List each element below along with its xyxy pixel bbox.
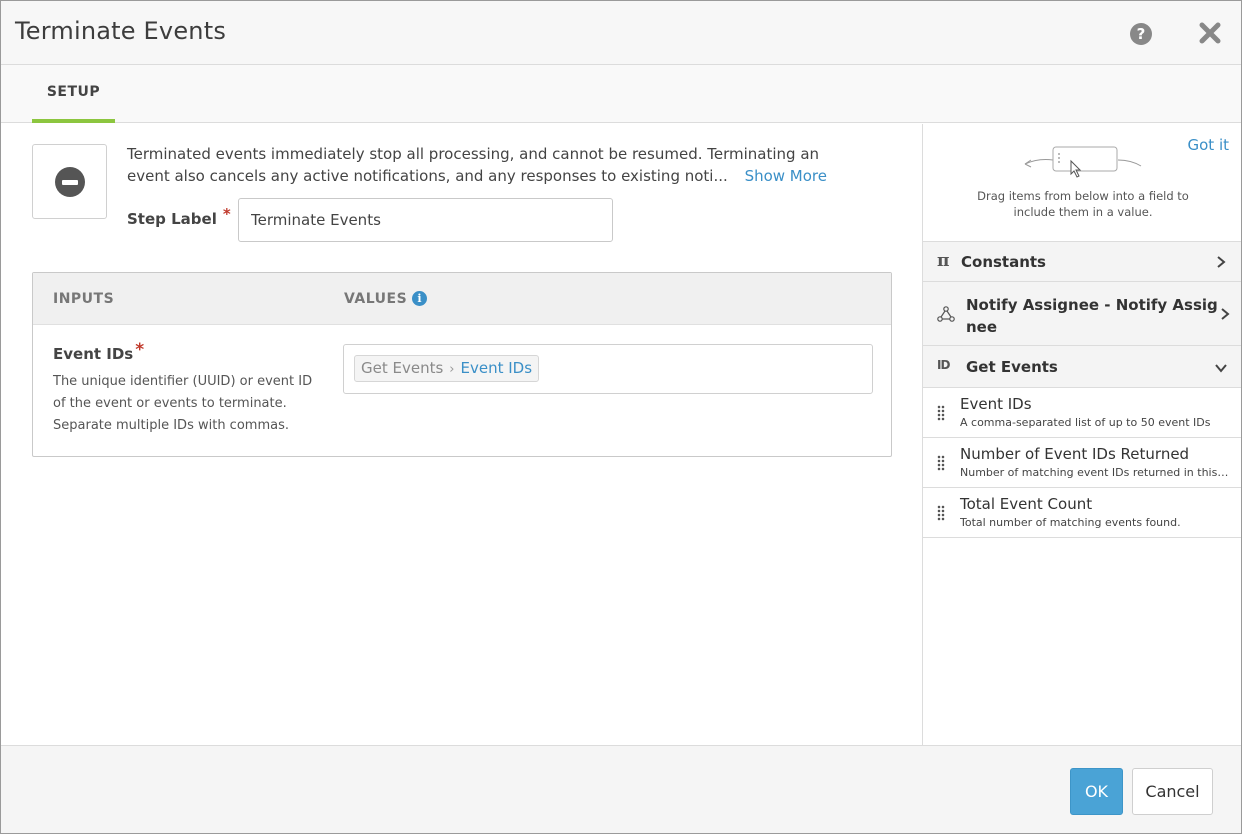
step-icon-box (32, 144, 107, 219)
chevron-right-icon: › (449, 362, 455, 377)
values-header-text: VALUES (344, 291, 408, 307)
inputs-table-header: INPUTS VALUES i (33, 273, 891, 325)
drag-handle-icon[interactable] (937, 455, 945, 471)
chip-source: Get Events (361, 359, 444, 377)
group-label: Constants (961, 253, 1046, 271)
pi-icon: π (937, 251, 950, 271)
group-label-line-2: nee (966, 318, 998, 336)
description-line-2: event also cancels any active notificati… (127, 167, 728, 185)
help-line-3: Separate multiple IDs with commas. (53, 418, 289, 433)
values-column-header: VALUES i (344, 291, 428, 307)
side-panel: Got it Drag items from below into a fiel… (922, 124, 1241, 745)
item-title: Event IDs (960, 395, 1032, 413)
stop-icon (55, 167, 85, 197)
flow-nodes-icon (937, 306, 955, 322)
help-line-1: The unique identifier (UUID) or event ID (53, 374, 313, 389)
drag-illustration-icon (1024, 146, 1142, 178)
chevron-right-icon (1221, 308, 1230, 320)
drag-handle-icon[interactable] (937, 505, 945, 521)
hint-line-1: Drag items from below into a field to (977, 189, 1189, 203)
chevron-down-icon (1215, 364, 1227, 373)
step-label-caption: Step Label * (127, 205, 231, 228)
required-marker: * (222, 205, 231, 223)
close-icon[interactable] (1197, 20, 1223, 46)
terminate-events-dialog: Terminate Events ? SETUP Terminated even… (0, 0, 1242, 834)
item-subtitle: Total number of matching events found. (960, 516, 1181, 529)
step-label-input[interactable] (238, 198, 613, 242)
input-field-name-text: Event IDs (53, 345, 134, 363)
list-item[interactable]: Event IDs A comma-separated list of up t… (923, 388, 1241, 438)
tab-bar: SETUP (1, 65, 1241, 123)
drag-hint-text: Drag items from below into a field to in… (953, 188, 1213, 220)
info-icon[interactable]: i (412, 291, 428, 306)
setup-pane: Terminated events immediately stop all p… (1, 124, 922, 745)
group-label: Get Events (966, 358, 1058, 376)
chip-field: Event IDs (460, 359, 533, 377)
event-ids-value-field[interactable]: Get Events › Event IDs (343, 344, 873, 394)
drag-handle-icon[interactable] (937, 405, 945, 421)
group-label-line-1: Notify Assignee - Notify Assig (966, 296, 1218, 314)
inputs-column-header: INPUTS (53, 291, 115, 307)
id-search-icon: ID (937, 358, 950, 372)
item-subtitle: A comma-separated list of up to 50 event… (960, 416, 1211, 429)
got-it-link[interactable]: Got it (1188, 136, 1230, 154)
item-title: Number of Event IDs Returned (960, 445, 1190, 463)
group-get-events[interactable]: ID Get Events (923, 346, 1241, 388)
inputs-table: INPUTS VALUES i Event IDs * The unique ide… (32, 272, 892, 457)
step-label-text: Step Label (127, 210, 217, 228)
description-line-1: Terminated events immediately stop all p… (127, 145, 820, 163)
list-item[interactable]: Total Event Count Total number of matchi… (923, 488, 1241, 538)
dialog-title: Terminate Events (15, 17, 227, 45)
drag-hint-area: Got it Drag items from below into a fiel… (923, 124, 1241, 242)
input-field-name: Event IDs * (53, 340, 144, 364)
item-subtitle: Number of matching event IDs returned in… (960, 466, 1230, 479)
step-description: Terminated events immediately stop all p… (127, 143, 867, 187)
ok-button[interactable]: OK (1070, 768, 1123, 815)
help-line-2: of the event or events to terminate. (53, 396, 287, 411)
required-marker: * (135, 340, 145, 360)
item-title: Total Event Count (960, 495, 1093, 513)
chevron-right-icon (1217, 256, 1226, 268)
help-icon[interactable]: ? (1130, 23, 1152, 45)
dialog-header: Terminate Events ? (1, 1, 1241, 65)
show-more-link[interactable]: Show More (745, 167, 827, 185)
dialog-footer: OK Cancel (1, 745, 1241, 833)
tab-setup[interactable]: SETUP (32, 65, 115, 123)
cancel-button[interactable]: Cancel (1132, 768, 1213, 815)
list-item[interactable]: Number of Event IDs Returned Number of m… (923, 438, 1241, 488)
group-label: Notify Assignee - Notify Assig nee (966, 294, 1218, 338)
group-notify-assignee[interactable]: Notify Assignee - Notify Assig nee (923, 282, 1241, 346)
group-constants[interactable]: π Constants (923, 242, 1241, 282)
hint-line-2: include them in a value. (1013, 205, 1153, 219)
value-chip[interactable]: Get Events › Event IDs (354, 355, 540, 382)
input-field-help: The unique identifier (UUID) or event ID… (53, 371, 333, 437)
